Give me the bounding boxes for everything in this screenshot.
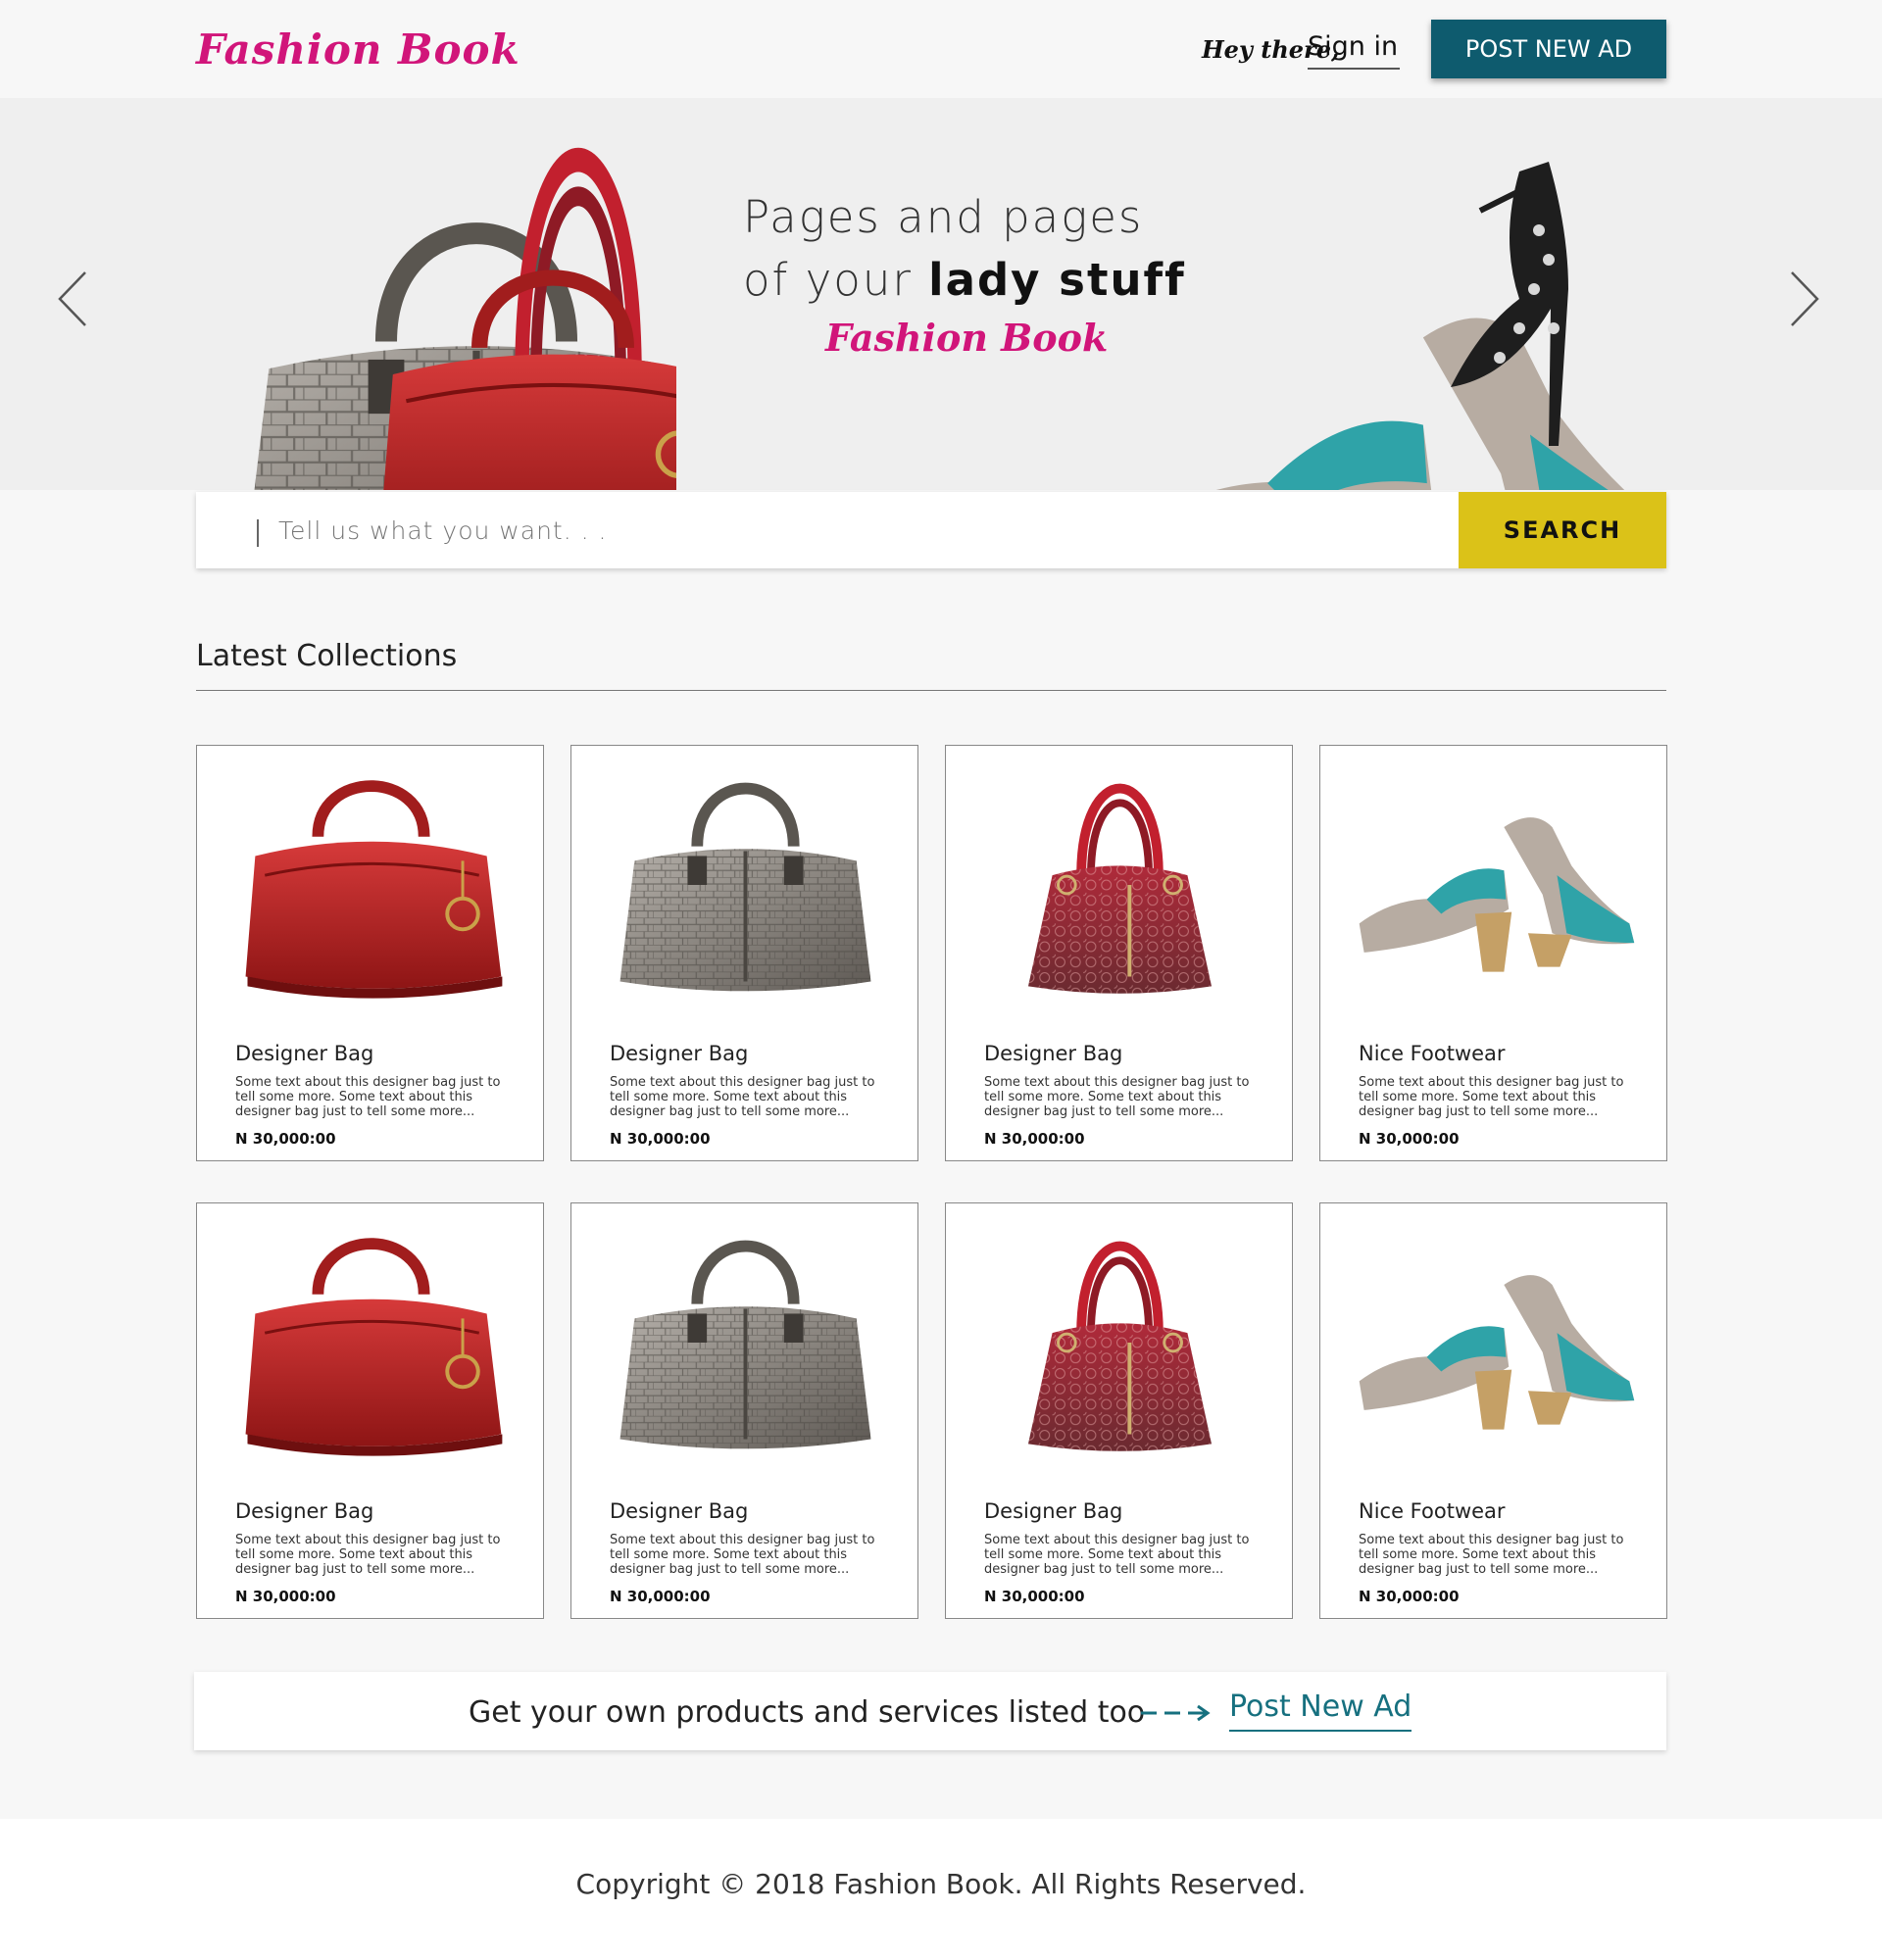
product-price: N 30,000:00	[235, 1130, 336, 1148]
product-card[interactable]: Nice Footwear Some text about this design…	[1319, 745, 1667, 1161]
product-description: Some text about this designer bag just t…	[984, 1533, 1250, 1577]
post-new-ad-link[interactable]: Post New Ad	[1229, 1690, 1412, 1732]
product-price: N 30,000:00	[984, 1588, 1085, 1605]
product-description: Some text about this designer bag just t…	[1359, 1075, 1624, 1119]
site-footer: Copyright © 2018 Fashion Book. All Right…	[0, 1819, 1882, 1960]
product-price: N 30,000:00	[1359, 1588, 1460, 1605]
product-title: Designer Bag	[984, 1499, 1123, 1523]
product-description: Some text about this designer bag just t…	[235, 1533, 501, 1577]
product-card[interactable]: Designer Bag Some text about this designe…	[570, 745, 918, 1161]
product-card[interactable]: Designer Bag Some text about this designe…	[570, 1202, 918, 1619]
hero-brand: Fashion Book	[825, 316, 1109, 360]
product-image	[1359, 1275, 1635, 1430]
product-price: N 30,000:00	[610, 1588, 711, 1605]
section-title: Latest Collections	[196, 639, 458, 673]
cta-bar: Get your own products and services liste…	[194, 1672, 1666, 1750]
product-price: N 30,000:00	[984, 1130, 1085, 1148]
product-grid: Designer Bag Some text about this designe…	[196, 745, 1667, 1619]
product-image	[591, 1211, 900, 1474]
search-button[interactable]: SEARCH	[1459, 492, 1666, 568]
product-price: N 30,000:00	[1359, 1130, 1460, 1148]
product-title: Designer Bag	[610, 1499, 749, 1523]
search-input[interactable]	[196, 492, 1459, 568]
product-description: Some text about this designer bag just t…	[984, 1075, 1250, 1119]
sign-in-link[interactable]: Sign in	[1308, 31, 1400, 70]
product-description: Some text about this designer bag just t…	[235, 1075, 501, 1119]
cta-text: Get your own products and services liste…	[469, 1695, 1146, 1730]
chevron-left-icon[interactable]	[54, 265, 93, 333]
product-card[interactable]: Designer Bag Some text about this designe…	[196, 1202, 544, 1619]
product-title: Nice Footwear	[1359, 1499, 1506, 1523]
product-description: Some text about this designer bag just t…	[610, 1533, 875, 1577]
search-bar: SEARCH	[196, 492, 1666, 568]
product-card[interactable]: Nice Footwear Some text about this design…	[1319, 1202, 1667, 1619]
hero-shoes-image	[1088, 162, 1637, 490]
product-image	[966, 1211, 1274, 1474]
dashed-arrow-right-icon	[1141, 1704, 1211, 1722]
product-description: Some text about this designer bag just t…	[610, 1075, 875, 1119]
product-title: Designer Bag	[610, 1042, 749, 1065]
product-image	[217, 1211, 525, 1474]
product-description: Some text about this designer bag just t…	[1359, 1533, 1624, 1577]
product-price: N 30,000:00	[235, 1588, 336, 1605]
product-card[interactable]: Designer Bag Some text about this designe…	[945, 1202, 1293, 1619]
product-price: N 30,000:00	[610, 1130, 711, 1148]
site-header: Fashion Book Hey there, Sign in POST NEW…	[0, 0, 1882, 98]
post-new-ad-button[interactable]: POST NEW AD	[1431, 20, 1666, 78]
section-divider	[196, 690, 1666, 691]
product-title: Designer Bag	[235, 1499, 374, 1523]
copyright-text: Copyright © 2018 Fashion Book. All Right…	[575, 1868, 1307, 1900]
hero-bags-image	[206, 103, 676, 490]
product-title: Nice Footwear	[1359, 1042, 1506, 1065]
product-card[interactable]: Designer Bag Some text about this designe…	[945, 745, 1293, 1161]
product-image	[1359, 817, 1635, 972]
site-logo[interactable]: Fashion Book	[196, 25, 520, 74]
product-title: Designer Bag	[235, 1042, 374, 1065]
text-cursor	[257, 519, 259, 547]
product-title: Designer Bag	[984, 1042, 1123, 1065]
product-card[interactable]: Designer Bag Some text about this designe…	[196, 745, 544, 1161]
chevron-right-icon[interactable]	[1784, 265, 1823, 333]
product-image	[591, 754, 900, 1016]
hero-line-2-prefix: of your	[743, 254, 929, 306]
product-image	[217, 754, 525, 1016]
product-image	[966, 754, 1274, 1016]
hero-banner: Pages and pages of your lady stuff Fashi…	[0, 98, 1882, 490]
